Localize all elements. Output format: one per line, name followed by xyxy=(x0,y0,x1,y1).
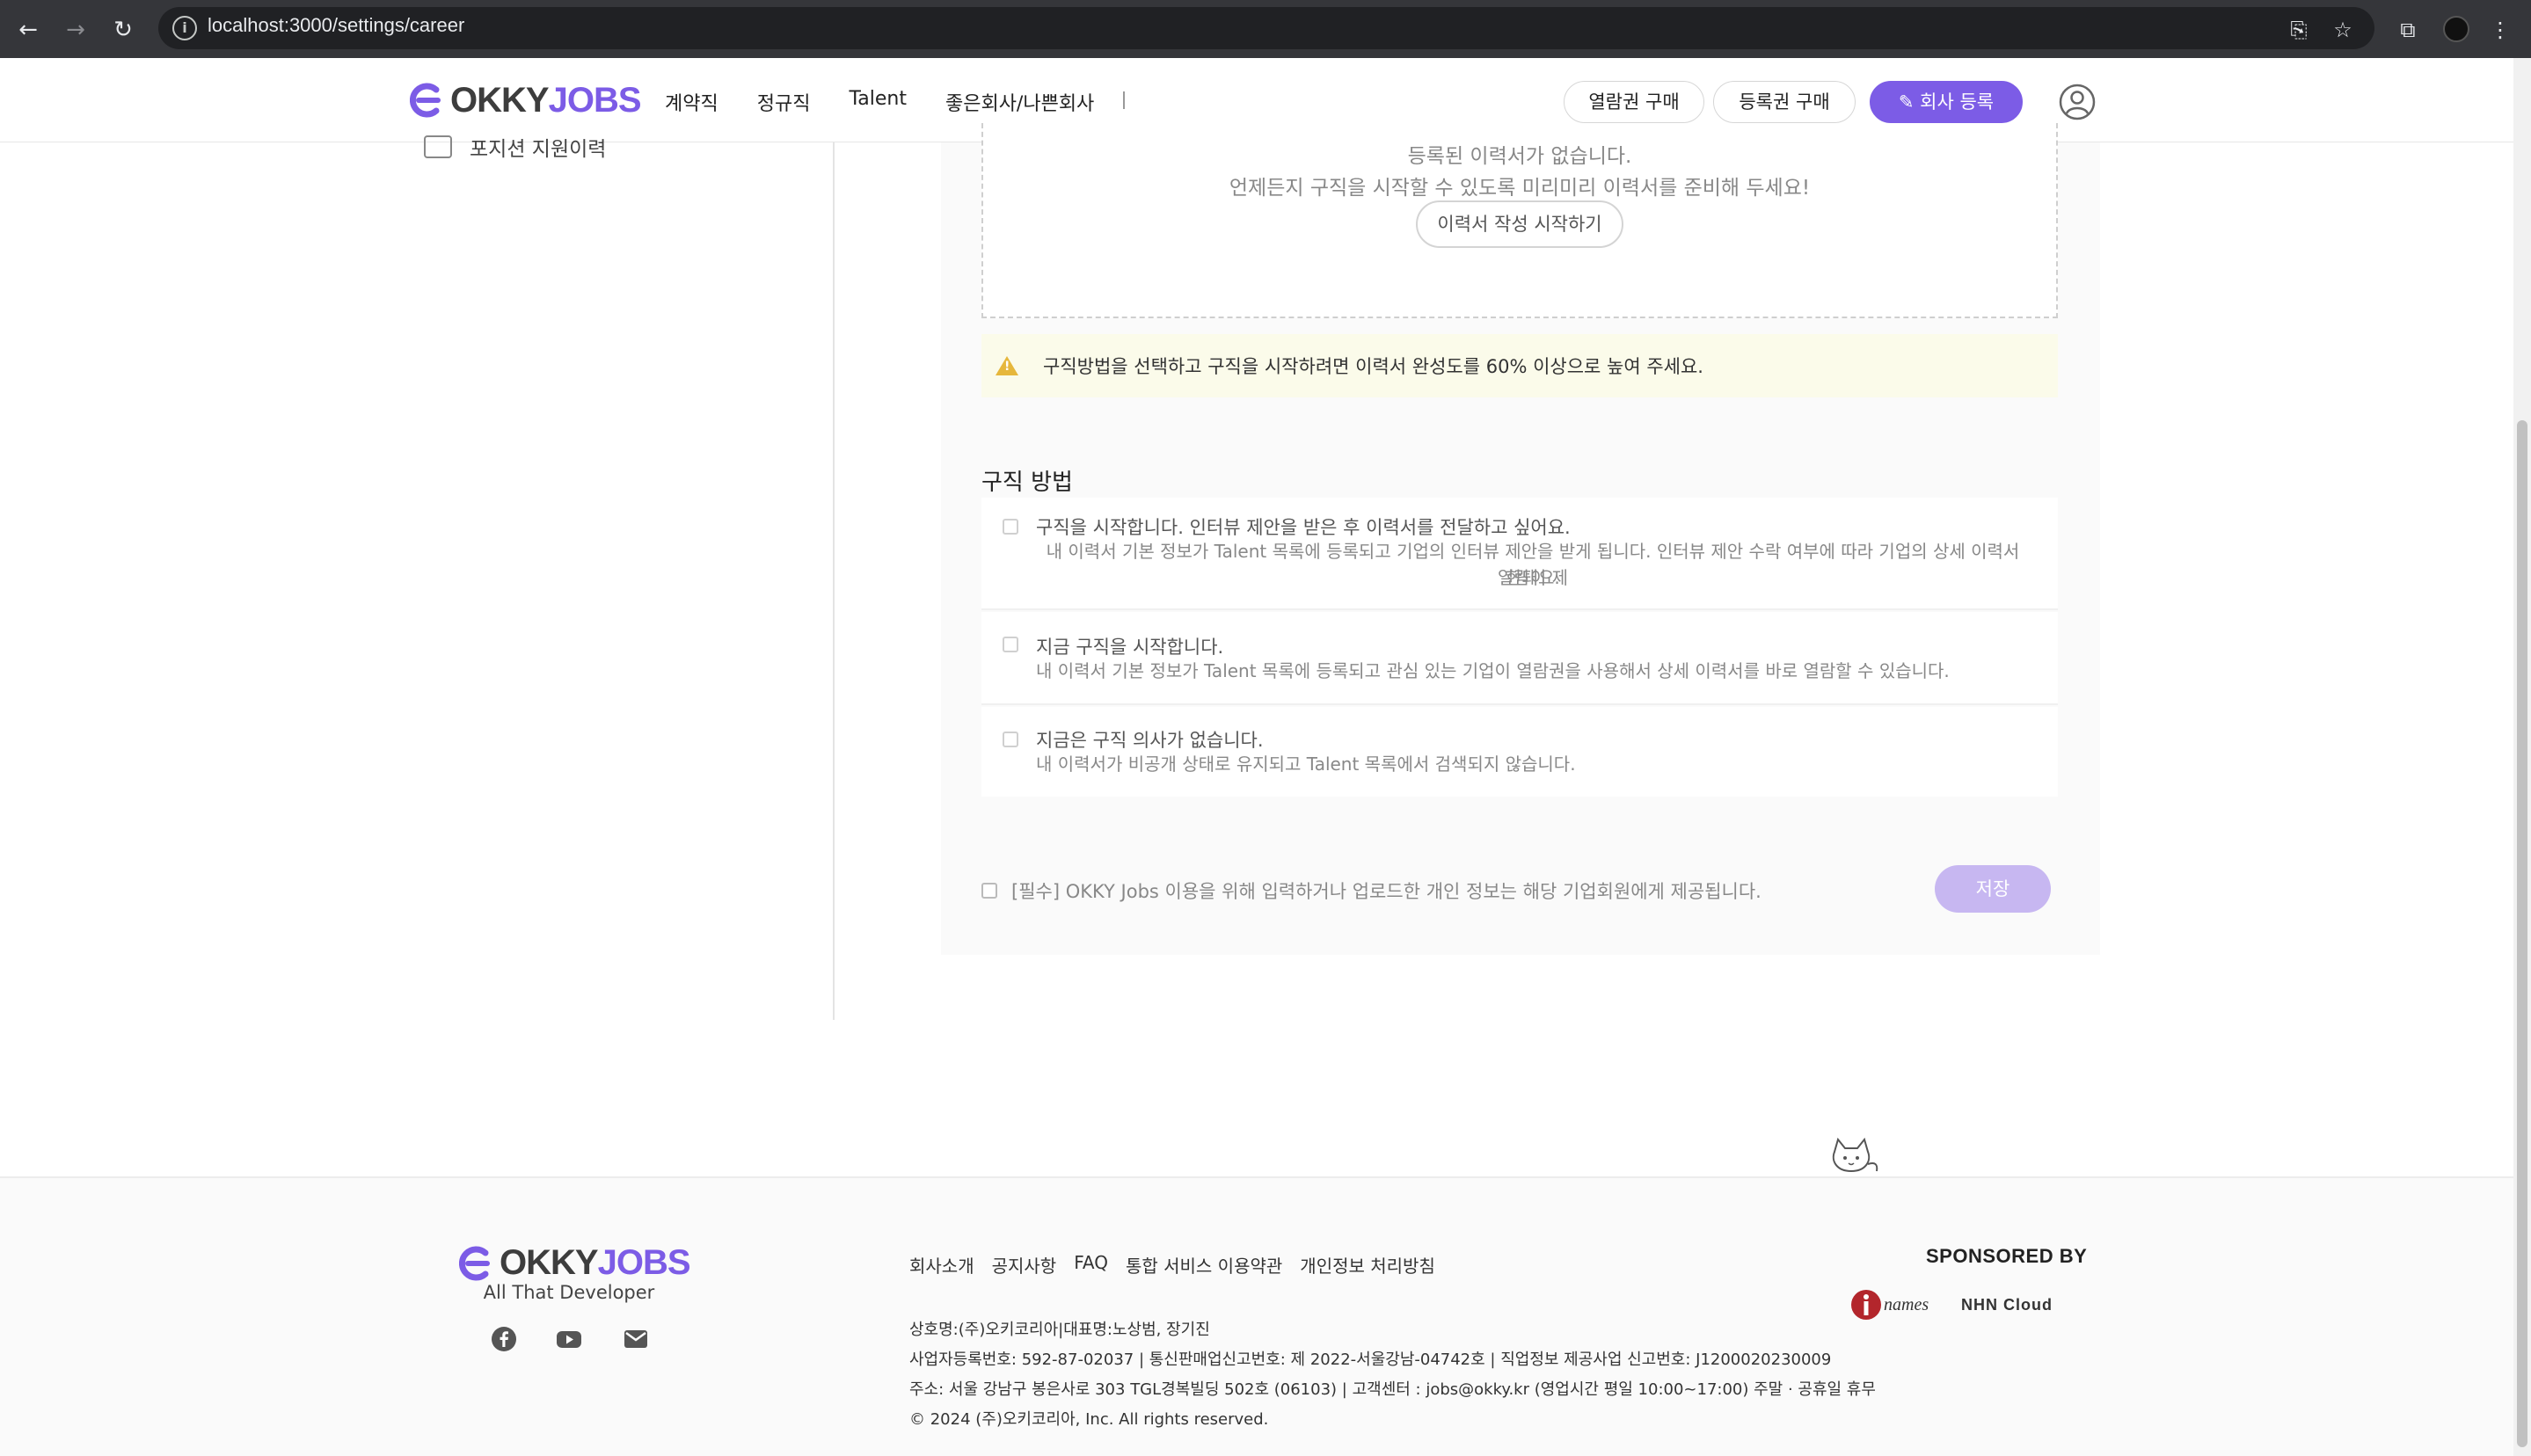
main-nav: 계약직 정규직 Talent 좋은회사/나쁜회사 xyxy=(665,88,1094,116)
sponsor-inames-logo[interactable]: names xyxy=(1850,1289,1929,1321)
back-icon[interactable]: ← xyxy=(11,12,46,47)
nav-fulltime[interactable]: 정규직 xyxy=(757,88,811,116)
job-method-title: 구직 방법 xyxy=(981,470,1073,496)
user-account-icon[interactable] xyxy=(2058,83,2097,121)
profile-avatar-icon[interactable] xyxy=(2443,16,2469,42)
save-button[interactable]: 저장 xyxy=(1935,865,2051,913)
nav-contract[interactable]: 계약직 xyxy=(665,88,718,116)
logo-okky-text: OKKY xyxy=(500,1243,599,1282)
nav-company-review[interactable]: 좋은회사/나쁜회사 xyxy=(945,88,1094,116)
sidebar-divider xyxy=(833,142,835,1020)
facebook-icon[interactable] xyxy=(491,1326,517,1352)
install-app-icon[interactable]: ⎘ xyxy=(2281,12,2316,47)
logo-okky-text: OKKY xyxy=(450,80,550,120)
okky-logo-icon xyxy=(459,1246,490,1280)
consent-checkbox[interactable] xyxy=(981,883,997,899)
job-option-checkbox[interactable] xyxy=(1003,732,1018,747)
reload-icon[interactable]: ↻ xyxy=(106,12,141,47)
start-resume-button[interactable]: 이력서 작성 시작하기 xyxy=(1416,200,1623,248)
job-option-desc-cont: 한돼요. xyxy=(1506,567,1560,588)
footer-registration-info: 사업자등록번호: 592-87-02037 | 통신판매업신고번호: 제 202… xyxy=(909,1350,1832,1369)
footer-link-faq[interactable]: FAQ xyxy=(1074,1252,1108,1278)
job-option-checkbox[interactable] xyxy=(1003,637,1018,652)
job-option-none[interactable]: 지금은 구직 의사가 없습니다. 내 이력서가 비공개 상태로 유지되고 Tal… xyxy=(981,707,2058,797)
buy-register-pass-button[interactable]: 등록권 구매 xyxy=(1713,81,1856,123)
footer-logo[interactable]: OKKY JOBS xyxy=(459,1243,691,1283)
resume-empty-hint: 언제든지 구직을 시작할 수 있도록 미리미리 이력서를 준비해 두세요! xyxy=(1229,177,1811,200)
footer-link-privacy[interactable]: 개인정보 처리방침 xyxy=(1300,1252,1435,1278)
job-option-title: 구직을 시작합니다. 인터뷰 제안을 받은 후 이력서를 전달하고 싶어요. xyxy=(1036,517,1571,538)
job-option-desc: 내 이력서가 비공개 상태로 유지되고 Talent 목록에서 검색되지 않습니… xyxy=(1036,753,1576,775)
job-option-title: 지금 구직을 시작합니다. xyxy=(1036,637,1224,658)
footer-company-info: 상호명:(주)오키코리아|대표명:노상범, 장기진 xyxy=(909,1321,1210,1339)
warning-text: 구직방법을 선택하고 구직을 시작하려면 이력서 완성도를 60% 이상으로 높… xyxy=(1043,356,1703,377)
completion-warning: 구직방법을 선택하고 구직을 시작하려면 이력서 완성도를 60% 이상으로 높… xyxy=(981,334,2058,397)
address-bar[interactable] xyxy=(158,7,2374,49)
footer-link-notice[interactable]: 공지사항 xyxy=(992,1252,1057,1278)
sidebar-item-position-history[interactable]: 포지션 지원이력 xyxy=(424,132,606,162)
cat-mascot-icon xyxy=(1832,1137,1878,1173)
edit-icon: ✎ xyxy=(1898,91,1915,113)
okky-logo-icon xyxy=(410,83,441,118)
footer-tagline: All That Developer xyxy=(483,1282,655,1303)
bookmark-star-icon[interactable]: ☆ xyxy=(2325,12,2360,47)
extensions-icon[interactable]: ⧉ xyxy=(2390,12,2425,47)
forward-icon[interactable]: → xyxy=(58,12,93,47)
menu-kebab-icon[interactable]: ⋮ xyxy=(2487,12,2513,47)
job-option-desc: 내 이력서 기본 정보가 Talent 목록에 등록되고 관심 있는 기업이 열… xyxy=(1036,660,1950,681)
job-option-title: 지금은 구직 의사가 없습니다. xyxy=(1036,730,1264,751)
scrollbar-thumb[interactable] xyxy=(2517,420,2527,1447)
company-register-button[interactable]: ✎ 회사 등록 xyxy=(1870,81,2023,123)
email-icon[interactable] xyxy=(623,1326,649,1352)
job-option-now[interactable]: 지금 구직을 시작합니다. 내 이력서 기본 정보가 Talent 목록에 등록… xyxy=(981,612,2058,705)
browser-toolbar: ← → ↻ i localhost:3000/settings/career ⎘… xyxy=(0,0,2531,58)
sidebar-item-label: 포지션 지원이력 xyxy=(470,138,607,161)
sponsor-inames-text: names xyxy=(1884,1294,1929,1314)
footer-address-info: 주소: 서울 강남구 봉은사로 303 TGL경복빌딩 502호 (06103)… xyxy=(909,1380,1876,1399)
site-info-icon[interactable]: i xyxy=(172,16,197,40)
footer-link-about[interactable]: 회사소개 xyxy=(909,1252,974,1278)
company-register-label: 회사 등록 xyxy=(1920,91,1995,113)
nav-divider xyxy=(1123,91,1125,109)
nav-talent[interactable]: Talent xyxy=(849,88,907,116)
youtube-icon[interactable] xyxy=(556,1326,582,1352)
url-text[interactable]: localhost:3000/settings/career xyxy=(208,14,464,37)
inames-logo-icon xyxy=(1851,1290,1881,1320)
consent-text[interactable]: [필수] OKKY Jobs 이용을 위해 입력하거나 업로드한 개인 정보는 … xyxy=(1011,877,1761,904)
logo-jobs-text: JOBS xyxy=(548,80,642,120)
sponsored-by-label: SPONSORED BY xyxy=(1926,1245,2088,1267)
settings-sidebar xyxy=(0,142,834,1020)
okkyjobs-logo[interactable]: OKKY JOBS xyxy=(410,80,642,120)
footer-link-terms[interactable]: 통합 서비스 이용약관 xyxy=(1126,1252,1282,1278)
job-option-interview[interactable]: 구직을 시작합니다. 인터뷰 제안을 받은 후 이력서를 전달하고 싶어요. 내… xyxy=(981,498,2058,610)
resume-empty-message: 등록된 이력서가 없습니다. xyxy=(1407,145,1632,168)
warning-icon xyxy=(996,356,1018,375)
sponsor-nhncloud-logo[interactable]: NHN Cloud xyxy=(1961,1296,2053,1314)
logo-jobs-text: JOBS xyxy=(597,1243,691,1282)
job-option-checkbox[interactable] xyxy=(1003,519,1018,535)
footer-copyright: © 2024 (주)오키코리아, Inc. All rights reserve… xyxy=(909,1410,1269,1429)
footer-links: 회사소개 공지사항 FAQ 통합 서비스 이용약관 개인정보 처리방침 xyxy=(909,1252,1435,1278)
buy-view-pass-button[interactable]: 열람권 구매 xyxy=(1564,81,1704,123)
id-card-icon xyxy=(424,135,452,158)
